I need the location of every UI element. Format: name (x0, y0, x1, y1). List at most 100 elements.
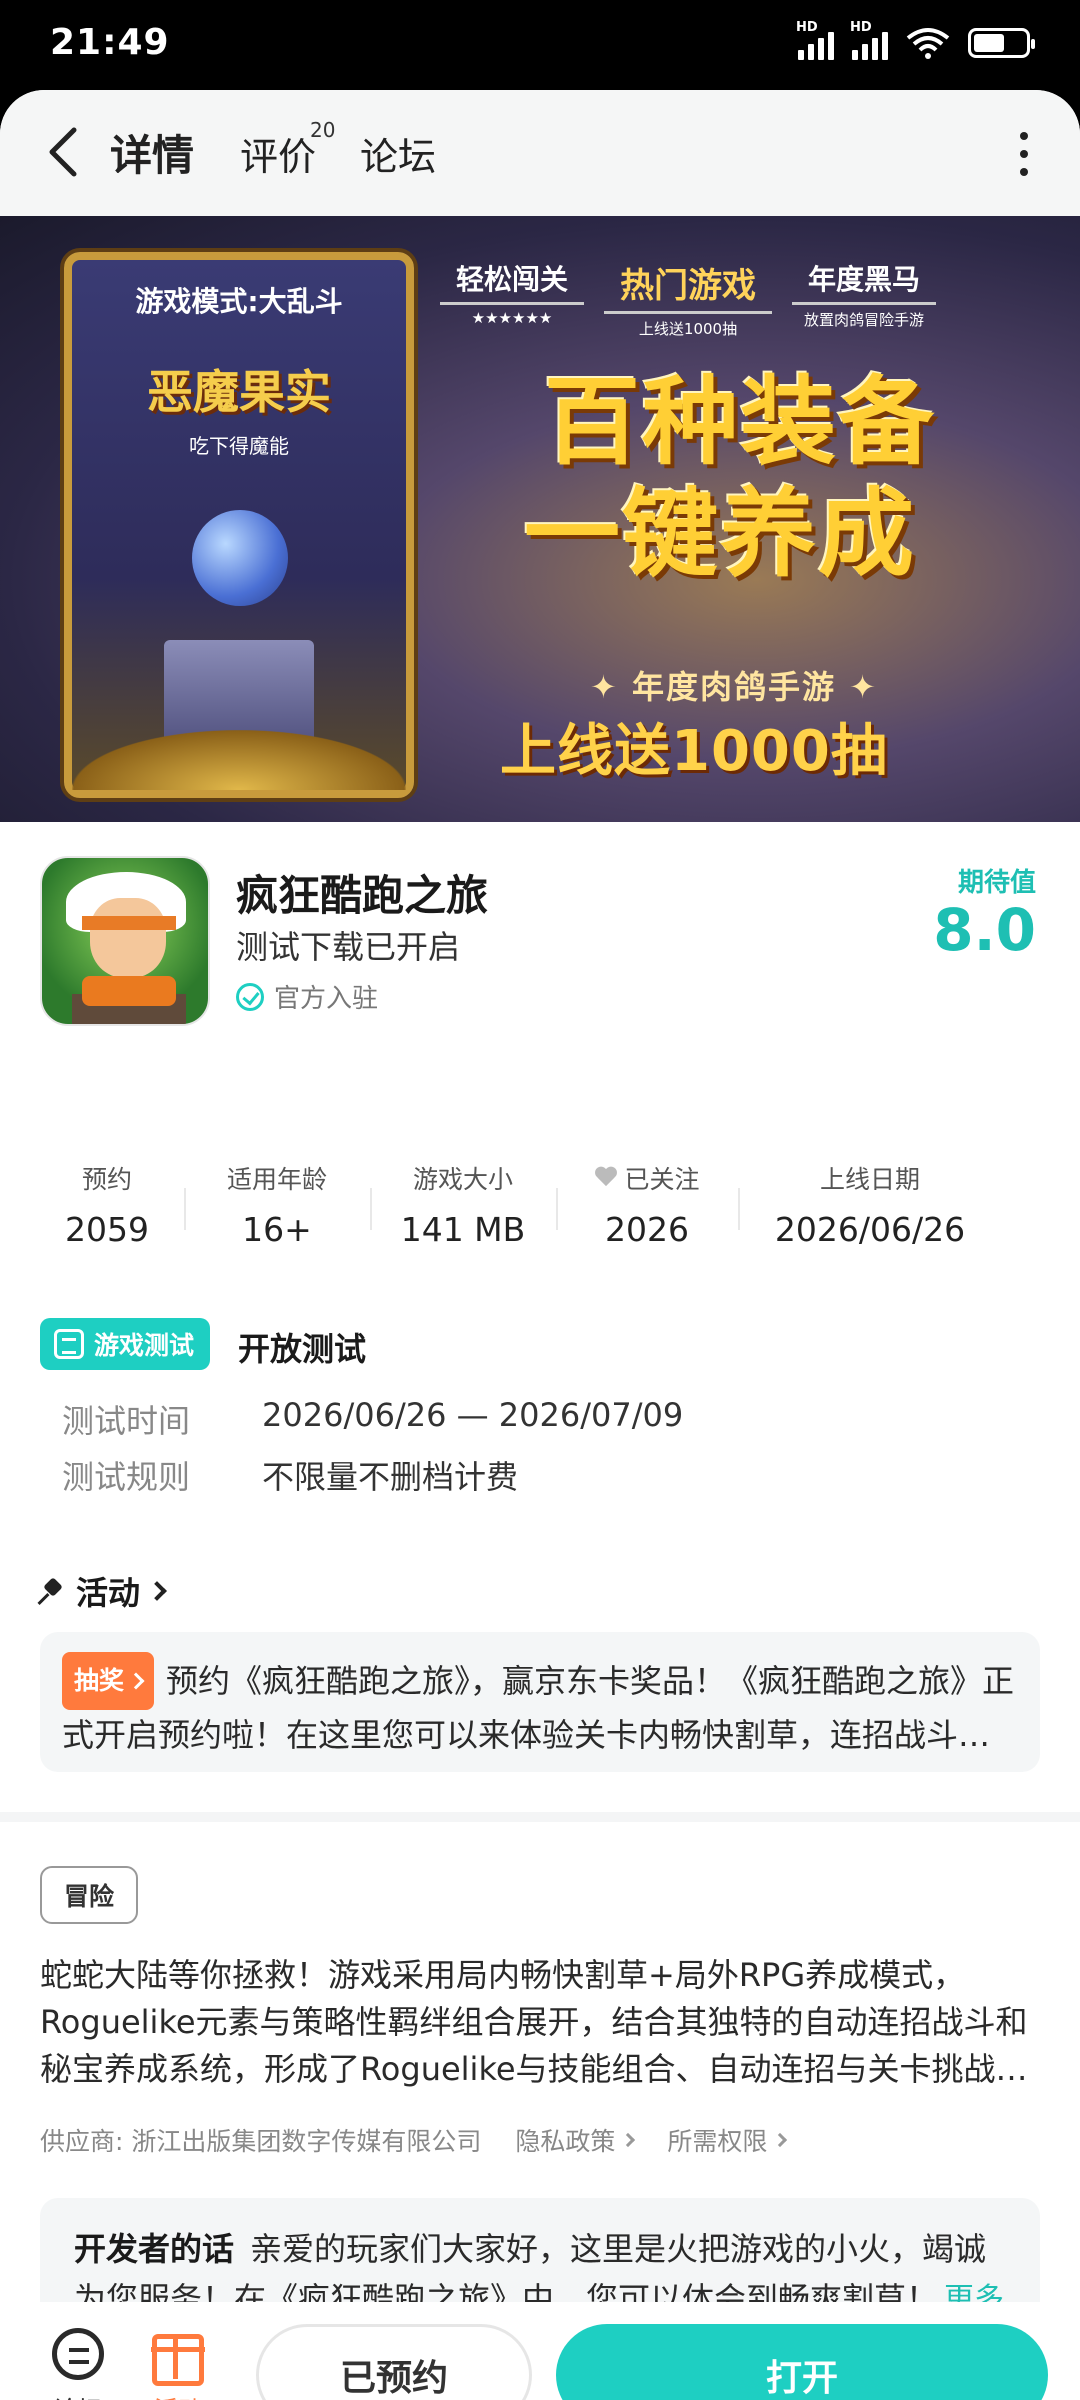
tab-label: 详情 (110, 131, 195, 180)
forum-label: 论坛 (54, 2396, 102, 2400)
back-icon[interactable] (40, 124, 90, 180)
app-status: 测试下载已开启 (236, 928, 461, 966)
card-title: 恶魔果实 (147, 365, 331, 419)
status-time: 21:49 (50, 22, 170, 63)
stat-label: 已关注 (624, 1165, 700, 1194)
status-icons: HD HD (796, 20, 1035, 60)
activity-text: 预约《疯狂酷跑之旅》，赢京东卡奖品！《疯狂酷跑之旅》正式开启预约啦！在这里您可以… (62, 1662, 1015, 1754)
privacy-policy-link[interactable]: 隐私政策 (515, 2122, 636, 2158)
tab-label: 评价 (240, 135, 317, 179)
stat-label: 上线日期 (819, 1165, 920, 1194)
test-rule-label: 测试规则 (62, 1458, 191, 1496)
official-badge: 官方入驻 (236, 978, 378, 1015)
stat-size: 游戏大小 141 MB (370, 1160, 556, 1260)
banner-badges: 轻松闯关 ★★★★★★ 热门游戏 上线送1000抽 年度黑马 放置肉鸽冒险手游 (440, 254, 937, 339)
badge-sub: ★★★★★★ (471, 309, 553, 327)
test-tag-label: 游戏测试 (94, 1331, 195, 1360)
signal-icon-2: HD (850, 20, 888, 60)
banner-badge: 轻松闯关 ★★★★★★ (440, 254, 585, 339)
stat-label: 适用年龄 (226, 1165, 327, 1194)
activity-card[interactable]: 抽奖 预约《疯狂酷跑之旅》，赢京东卡奖品！《疯狂酷跑之旅》正式开启预约啦！在这里您… (40, 1632, 1040, 1772)
badge-title: 轻松闯关 (440, 254, 585, 305)
heart-icon (594, 1167, 618, 1189)
stats-row: 预约 2059 适用年龄 16+ 游戏大小 141 MB 已关注 2026 上线… (30, 1160, 1050, 1260)
badge-sub: 放置肉鸽冒险手游 (804, 311, 925, 329)
top-nav: 详情 评价 20 论坛 (0, 90, 1080, 216)
chevron-right-icon (127, 1672, 145, 1690)
stat-value: 2026 (605, 1210, 689, 1249)
devil-fruit-image (192, 510, 288, 606)
test-rule-row: 测试规则 不限量不删档计费 (62, 1452, 518, 1498)
banner-badge: 热门游戏 上线送1000抽 (604, 254, 773, 339)
expectation-value: 8.0 (933, 896, 1036, 964)
banner-card: 游戏模式:大乱斗 恶魔果实 吃下得魔能 (64, 252, 414, 798)
activity-header[interactable]: 活动 (40, 1568, 167, 1614)
coins-image (72, 730, 406, 790)
open-button[interactable]: 打开 (556, 2324, 1048, 2400)
official-label: 官方入驻 (274, 984, 379, 1014)
expectation-label: 期待值 (957, 868, 1036, 898)
game-description[interactable]: 蛇蛇大陆等你拯救！游戏采用局内畅快割草+局外RPG养成模式，Roguelike元… (40, 1952, 1040, 2093)
test-time-label: 测试时间 (62, 1402, 191, 1440)
slogan-line-1: 百种装备 (544, 366, 936, 478)
chevron-right-icon (147, 1581, 167, 1601)
banner-slogan: 百种装备 一键养成 (470, 366, 1010, 590)
stat-value: 2059 (65, 1210, 149, 1249)
test-time-value: 2026/06/26 — 2026/07/09 (262, 1396, 684, 1434)
chevron-right-icon (773, 2132, 788, 2148)
meta-row: 供应商: 浙江出版集团数字传媒有限公司 隐私政策 所需权限 (40, 2122, 788, 2158)
detail-page: 详情 评价 20 论坛 游戏模式:大乱斗 恶魔果实 吃下得魔能 轻松闯关 ★★★… (0, 90, 1080, 2400)
badge-title: 热门游戏 (604, 254, 773, 314)
banner-gift-text: 上线送1000抽 (500, 719, 888, 784)
signal-icon: HD (796, 20, 834, 60)
stat-release-date: 上线日期 2026/06/26 (738, 1160, 1002, 1260)
activity-heading: 活动 (76, 1574, 141, 1612)
slogan-line-2: 一键养成 (524, 478, 916, 590)
promo-banner[interactable]: 游戏模式:大乱斗 恶魔果实 吃下得魔能 轻松闯关 ★★★★★★ 热门游戏 上线送… (0, 216, 1080, 822)
banner-subtitle: ✦ 年度肉鸽手游 ✦ (590, 668, 878, 706)
app-icon (40, 856, 210, 1026)
status-bar: 21:49 HD HD (0, 0, 1080, 92)
more-options-icon[interactable] (1018, 132, 1030, 176)
genre-tag[interactable]: 冒险 (40, 1866, 139, 1924)
battery-icon (968, 28, 1035, 58)
verified-icon (236, 982, 264, 1011)
tab-reviews[interactable]: 评价 (240, 126, 316, 181)
lottery-tag: 抽奖 (62, 1652, 155, 1710)
developer-label: 开发者的话 (74, 2230, 235, 2268)
forum-button[interactable]: 论坛 (52, 2328, 104, 2400)
wifi-icon (906, 28, 950, 59)
forum-icon (52, 2328, 104, 2380)
section-divider (0, 1812, 1080, 1822)
stat-value: 16+ (242, 1210, 312, 1249)
tab-forum[interactable]: 论坛 (360, 126, 436, 181)
supplier-text: 供应商: 浙江出版集团数字传媒有限公司 (40, 2127, 482, 2156)
bottom-action-bar: 论坛 活动 已预约 打开 (0, 2302, 1080, 2400)
activity-button[interactable]: 活动 (151, 2328, 205, 2400)
stat-label: 预约 (81, 1165, 132, 1194)
test-icon (54, 1329, 84, 1359)
pin-icon (40, 1578, 66, 1604)
chevron-right-icon (621, 2132, 636, 2148)
card-mode: 游戏模式:大乱斗 (135, 285, 343, 318)
stat-reservations: 预约 2059 (30, 1160, 184, 1260)
stat-followed[interactable]: 已关注 2026 (556, 1160, 738, 1260)
stat-label: 游戏大小 (412, 1165, 513, 1194)
activity-label: 活动 (154, 2396, 202, 2400)
review-count-badge: 20 (310, 118, 336, 142)
stat-value: 2026/06/26 (774, 1210, 966, 1249)
badge-title: 年度黑马 (792, 254, 937, 305)
badge-sub: 上线送1000抽 (638, 320, 738, 338)
stat-age: 适用年龄 16+ (184, 1160, 370, 1260)
card-subtitle: 吃下得魔能 (189, 434, 289, 458)
tab-details[interactable]: 详情 (106, 122, 199, 185)
test-rule-value: 不限量不删档计费 (262, 1458, 519, 1496)
game-test-tag: 游戏测试 (40, 1318, 211, 1370)
test-time-row: 测试时间 2026/06/26 — 2026/07/09 (62, 1396, 683, 1442)
permissions-link[interactable]: 所需权限 (667, 2122, 788, 2158)
gift-icon (151, 2334, 205, 2386)
banner-badge: 年度黑马 放置肉鸽冒险手游 (792, 254, 937, 339)
test-title: 开放测试 (238, 1330, 367, 1368)
tab-label: 论坛 (360, 135, 437, 179)
reserved-button[interactable]: 已预约 (256, 2324, 532, 2400)
